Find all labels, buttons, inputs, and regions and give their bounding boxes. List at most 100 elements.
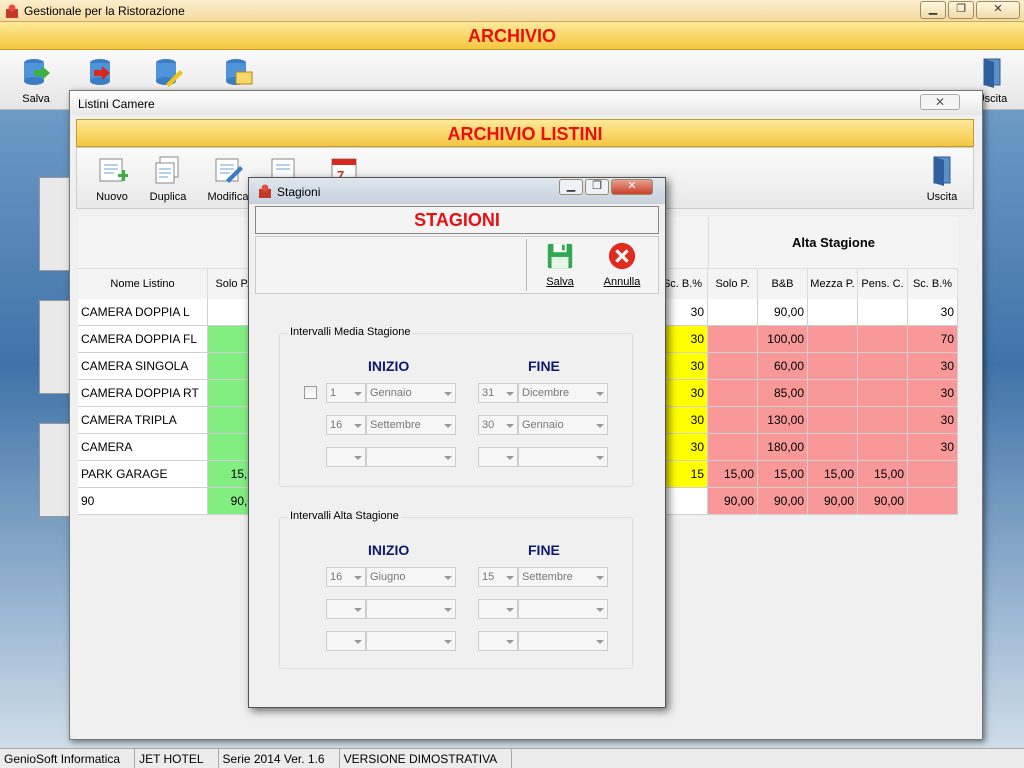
cell-alta-mezza[interactable]: [808, 407, 858, 434]
cell-alta-bb[interactable]: 180,00: [758, 434, 808, 461]
cell-alta-pens[interactable]: [858, 434, 908, 461]
close-button[interactable]: ✕: [976, 1, 1020, 19]
email-button[interactable]: [214, 56, 262, 93]
stagioni-minimize-button[interactable]: ▁: [559, 179, 583, 195]
cell-alta-bb[interactable]: 90,00: [758, 299, 808, 326]
col-alta-mezza[interactable]: Mezza P.: [808, 269, 858, 299]
cell-alta-pens[interactable]: 15,00: [858, 461, 908, 488]
cell-alta-solo[interactable]: [708, 380, 758, 407]
maximize-button[interactable]: ❐: [948, 1, 974, 19]
col-alta-sc[interactable]: Sc. B.%: [908, 269, 958, 299]
start-day-select[interactable]: 16: [326, 567, 366, 587]
cell-alta-mezza[interactable]: [808, 326, 858, 353]
end-month-select[interactable]: Gennaio: [518, 415, 608, 435]
cell-alta-solo[interactable]: [708, 299, 758, 326]
col-alta-bb[interactable]: B&B: [758, 269, 808, 299]
status-demo: VERSIONE DIMOSTRATIVA: [340, 749, 513, 768]
cell-alta-pens[interactable]: [858, 299, 908, 326]
cell-alta-mezza[interactable]: [808, 353, 858, 380]
start-month-select[interactable]: Giugno: [366, 567, 456, 587]
cell-alta-sc[interactable]: 30: [908, 299, 958, 326]
cell-alta-bb[interactable]: 15,00: [758, 461, 808, 488]
end-month-select[interactable]: [518, 447, 608, 467]
maintenance-button[interactable]: [144, 56, 192, 93]
cell-alta-sc[interactable]: [908, 488, 958, 515]
cell-alta-mezza[interactable]: 90,00: [808, 488, 858, 515]
cell-alta-sc[interactable]: 30: [908, 353, 958, 380]
cell-nome-listino[interactable]: CAMERA DOPPIA FL: [78, 326, 208, 353]
cell-nome-listino[interactable]: 90: [78, 488, 208, 515]
cell-alta-solo[interactable]: [708, 434, 758, 461]
minimize-button[interactable]: ▁: [920, 1, 946, 19]
nuovo-button[interactable]: Nuovo: [83, 154, 141, 203]
listini-close-button[interactable]: ✕: [920, 94, 960, 110]
end-day-select[interactable]: [478, 599, 518, 619]
start-day-select[interactable]: [326, 447, 366, 467]
end-day-select[interactable]: 15: [478, 567, 518, 587]
col-nome-listino[interactable]: Nome Listino: [78, 269, 208, 299]
start-month-select[interactable]: Settembre: [366, 415, 456, 435]
cell-alta-solo[interactable]: 90,00: [708, 488, 758, 515]
start-day-select[interactable]: 16: [326, 415, 366, 435]
col-alta-pens[interactable]: Pens. C.: [858, 269, 908, 299]
end-month-select[interactable]: Settembre: [518, 567, 608, 587]
end-month-select[interactable]: [518, 631, 608, 651]
end-day-select[interactable]: 31: [478, 383, 518, 403]
cell-alta-bb[interactable]: 90,00: [758, 488, 808, 515]
stagioni-salva-button[interactable]: Salva: [532, 241, 588, 288]
cell-alta-mezza[interactable]: 15,00: [808, 461, 858, 488]
cell-nome-listino[interactable]: CAMERA QUADRUPLA: [78, 434, 208, 481]
cell-alta-pens[interactable]: [858, 380, 908, 407]
start-day-select[interactable]: 1: [326, 383, 366, 403]
cell-alta-solo[interactable]: 15,00: [708, 461, 758, 488]
end-month-select[interactable]: [518, 599, 608, 619]
cell-alta-sc[interactable]: 30: [908, 380, 958, 407]
cell-alta-solo[interactable]: [708, 353, 758, 380]
stagioni-annulla-button[interactable]: Annulla: [594, 241, 650, 288]
cell-alta-sc[interactable]: 70: [908, 326, 958, 353]
cell-nome-listino[interactable]: CAMERA DOPPIA RT: [78, 380, 208, 407]
start-day-select[interactable]: [326, 599, 366, 619]
salva-button[interactable]: Salva: [12, 56, 60, 105]
end-day-select[interactable]: [478, 631, 518, 651]
restore-button[interactable]: [76, 56, 124, 93]
start-month-select[interactable]: Gennaio: [366, 383, 456, 403]
duplica-button[interactable]: Duplica: [139, 154, 197, 203]
alta-fine-header: FINE: [528, 542, 560, 558]
col-alta-solo[interactable]: Solo P.: [708, 269, 758, 299]
cell-nome-listino[interactable]: PARK GARAGE: [78, 461, 208, 488]
chevron-down-icon: [596, 640, 604, 644]
cell-nome-listino[interactable]: CAMERA SINGOLA RT: [78, 353, 208, 400]
end-month-select[interactable]: Dicembre: [518, 383, 608, 403]
cell-nome-listino[interactable]: CAMERA TRIPLA: [78, 407, 208, 434]
cell-alta-pens[interactable]: 90,00: [858, 488, 908, 515]
cell-alta-sc[interactable]: [908, 461, 958, 488]
start-month-select[interactable]: [366, 631, 456, 651]
cell-alta-mezza[interactable]: [808, 434, 858, 461]
cell-alta-solo[interactable]: [708, 326, 758, 353]
cell-alta-solo[interactable]: [708, 407, 758, 434]
listini-uscita-button[interactable]: Uscita: [913, 154, 971, 203]
end-day-select[interactable]: [478, 447, 518, 467]
stagioni-maximize-button[interactable]: ❐: [585, 179, 609, 195]
cell-nome-listino[interactable]: CAMERA DOPPIA L: [78, 299, 208, 326]
media-enable-checkbox[interactable]: [304, 386, 317, 399]
cell-alta-sc[interactable]: 30: [908, 407, 958, 434]
cell-alta-bb[interactable]: 100,00: [758, 326, 808, 353]
cell-alta-pens[interactable]: [858, 407, 908, 434]
cell-alta-bb[interactable]: 130,00: [758, 407, 808, 434]
cell-alta-sc[interactable]: 30: [908, 434, 958, 461]
cell-alta-mezza[interactable]: [808, 380, 858, 407]
chevron-down-icon: [596, 424, 604, 428]
database-wrench-icon: [156, 59, 183, 87]
start-month-select[interactable]: [366, 447, 456, 467]
end-day-select[interactable]: 30: [478, 415, 518, 435]
stagioni-close-button[interactable]: ✕: [611, 179, 653, 195]
cell-alta-pens[interactable]: [858, 326, 908, 353]
cell-alta-bb[interactable]: 60,00: [758, 353, 808, 380]
start-day-select[interactable]: [326, 631, 366, 651]
cell-alta-mezza[interactable]: [808, 299, 858, 326]
start-month-select[interactable]: [366, 599, 456, 619]
cell-alta-bb[interactable]: 85,00: [758, 380, 808, 407]
cell-alta-pens[interactable]: [858, 353, 908, 380]
